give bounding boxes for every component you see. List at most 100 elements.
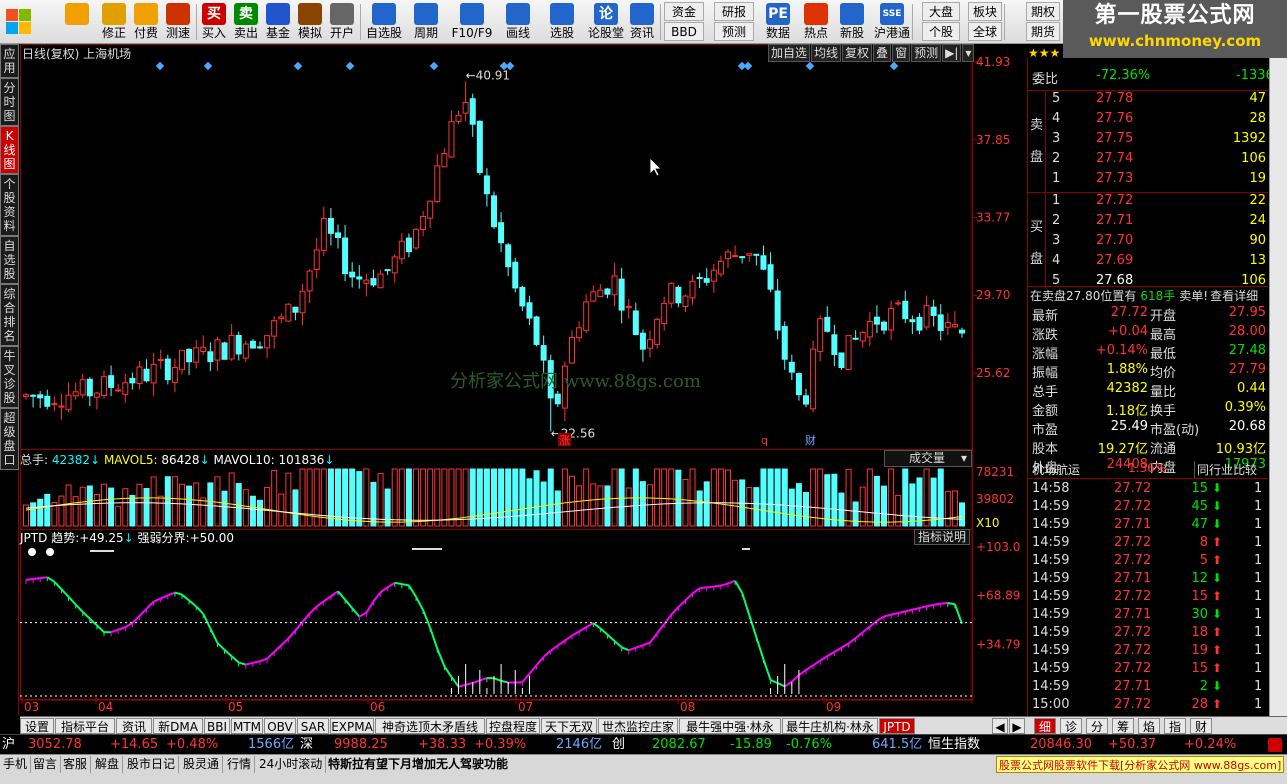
tab-scroll-left-icon[interactable]: ◀ <box>992 718 1008 734</box>
kline-button-1[interactable]: 均线 <box>811 44 842 62</box>
left-tab-7[interactable]: 超级盘口 <box>0 408 19 470</box>
left-tab-0[interactable]: 应用 <box>0 44 19 78</box>
left-tab-4[interactable]: 自选股 <box>0 236 19 284</box>
event-diamond-marker[interactable] <box>743 61 753 71</box>
left-tab-3[interactable]: 个股资料 <box>0 174 19 236</box>
alert-icon[interactable] <box>1268 738 1282 752</box>
event-diamond-marker[interactable] <box>805 61 815 71</box>
panel-tab-0[interactable]: 细 <box>1034 718 1056 734</box>
panel-tab-5[interactable]: 指 <box>1164 718 1186 734</box>
period-button[interactable]: 周期 <box>406 0 446 44</box>
global-pill[interactable]: 全球 <box>968 22 1002 41</box>
kline-button-4[interactable]: 窗 <box>892 44 911 62</box>
indicator-tab-2[interactable]: 资讯 <box>116 718 152 734</box>
simulate-button[interactable]: 模拟 <box>294 0 326 44</box>
buy-button[interactable]: 买买入 <box>198 0 230 44</box>
research-pill[interactable]: 研报 <box>714 2 754 21</box>
forecast-pill[interactable]: 预测 <box>714 22 754 41</box>
index-name[interactable]: 沪 <box>2 735 15 755</box>
index-name[interactable]: 深 <box>300 735 313 755</box>
indicator-tab-5[interactable]: MTM <box>231 718 263 734</box>
modify-button[interactable]: 修正 <box>98 0 130 44</box>
panel-tab-2[interactable]: 分 <box>1086 718 1108 734</box>
indicator-tab-8[interactable]: EXPMA <box>330 718 374 734</box>
windows-logo-icon[interactable] <box>2 6 36 38</box>
sell-button[interactable]: 卖卖出 <box>230 0 262 44</box>
order-notice[interactable]: 在卖盘27.80位置有 618手 卖单! 查看详细 <box>1030 288 1258 304</box>
panel-tab-4[interactable]: 焰 <box>1138 718 1160 734</box>
left-tab-1[interactable]: 分时图 <box>0 78 19 126</box>
fund-button[interactable]: 基金 <box>262 0 294 44</box>
f10-button[interactable]: F10/F9 <box>448 0 496 44</box>
event-marker[interactable]: 财 <box>805 433 816 447</box>
futures2-pill[interactable]: 期货 <box>1026 22 1060 41</box>
left-tab-2[interactable]: K线图 <box>0 126 19 174</box>
index-name[interactable]: 创 <box>612 735 625 755</box>
event-marker[interactable]: q <box>761 434 768 447</box>
back-button[interactable] <box>60 0 94 44</box>
left-tab-5[interactable]: 综合排名 <box>0 284 19 346</box>
indicator-tab-4[interactable]: BBI <box>204 718 230 734</box>
event-diamond-marker[interactable] <box>203 61 213 71</box>
open-account-button[interactable]: 开户 <box>326 0 358 44</box>
panel-tab-6[interactable]: 财 <box>1190 718 1212 734</box>
indicator-tab-10[interactable]: 控盘程度 <box>486 718 540 734</box>
stock-pill[interactable]: 个股 <box>922 22 960 41</box>
news-ticker[interactable]: 特斯拉有望下月增加无人驾驶功能 <box>328 756 508 773</box>
event-diamond-marker[interactable] <box>293 61 303 71</box>
panel-tab-1[interactable]: 诊 <box>1060 718 1082 734</box>
kline-button-0[interactable]: 加自选 <box>768 44 811 62</box>
status-item-5[interactable]: 股灵通 <box>180 756 224 773</box>
status-item-7[interactable]: 24小时滚动 <box>256 756 327 773</box>
watchlist-button[interactable]: 自选股 <box>364 0 404 44</box>
kline-button-5[interactable]: 预测 <box>911 44 942 62</box>
indicator-tab-0[interactable]: 设置 <box>20 718 54 734</box>
forum-button[interactable]: 论论股堂 <box>586 0 626 44</box>
ipo-button[interactable]: 新股 <box>836 0 868 44</box>
hot-button[interactable]: 热点 <box>800 0 832 44</box>
status-item-4[interactable]: 股市日记 <box>124 756 180 773</box>
indicator-dropdown[interactable]: 成交量 ▾ <box>884 450 972 467</box>
ad-banner[interactable]: 股票公式网股票软件下载[分析家公式网 www.88gs.com] <box>996 756 1284 773</box>
sector-pill[interactable]: 板块 <box>968 2 1002 21</box>
hk-connect-button[interactable]: SSE 沪港通 <box>872 0 912 44</box>
left-tab-6[interactable]: 牛叉诊股 <box>0 346 19 408</box>
chevron-down-icon[interactable]: ▾ <box>962 44 975 62</box>
pay-button[interactable]: 付费 <box>130 0 162 44</box>
status-item-3[interactable]: 解盘 <box>92 756 124 773</box>
panel-tab-3[interactable]: 筹 <box>1112 718 1134 734</box>
event-marker[interactable]: 涨 <box>559 434 570 447</box>
futures-pill[interactable]: 期权 <box>1026 2 1060 21</box>
kline-button-3[interactable]: 叠 <box>873 44 892 62</box>
industry-compare-button[interactable]: 同行业比较 <box>1194 461 1257 478</box>
expand-icon[interactable]: ▶| <box>942 44 962 62</box>
indicator-tab-7[interactable]: SAR <box>297 718 329 734</box>
indicator-tab-15[interactable]: JPTD <box>879 718 915 734</box>
indicator-tab-13[interactable]: 最牛强中强·林永 <box>679 718 781 734</box>
data-button[interactable]: PE 数据 <box>762 0 794 44</box>
indicator-explain-button[interactable]: 指标说明 <box>914 529 970 545</box>
event-diamond-marker[interactable] <box>345 61 355 71</box>
event-diamond-marker[interactable] <box>429 61 439 71</box>
indicator-tab-11[interactable]: 天下无双 <box>541 718 597 734</box>
kline-button-2[interactable]: 复权 <box>842 44 873 62</box>
news-button[interactable]: 资讯 <box>626 0 658 44</box>
indicator-tab-12[interactable]: 世杰监控庄家 <box>598 718 678 734</box>
indicator-tab-1[interactable]: 指标平台 <box>55 718 115 734</box>
indicator-tab-6[interactable]: OBV <box>264 718 296 734</box>
status-item-0[interactable]: 手机 <box>0 756 32 773</box>
bbd-pill[interactable]: BBD <box>664 22 704 41</box>
indicator-tab-9[interactable]: 神奇选顶木矛盾线 <box>375 718 485 734</box>
status-item-1[interactable]: 留言 <box>30 756 62 773</box>
event-diamond-marker[interactable] <box>155 61 165 71</box>
status-item-6[interactable]: 行情 <box>224 756 256 773</box>
indicator-tab-3[interactable]: 新DMA <box>153 718 203 734</box>
status-item-2[interactable]: 客服 <box>60 756 92 773</box>
market-pill[interactable]: 大盘 <box>922 2 960 21</box>
draw-button[interactable]: 画线 <box>496 0 540 44</box>
funds-pill[interactable]: 资金 <box>664 2 704 21</box>
select-stock-button[interactable]: 选股 <box>542 0 582 44</box>
speed-test-button[interactable]: 测速 <box>162 0 194 44</box>
index-name[interactable]: 恒生指数 <box>928 735 980 755</box>
notice-detail-link[interactable]: 查看详细 <box>1210 289 1258 303</box>
